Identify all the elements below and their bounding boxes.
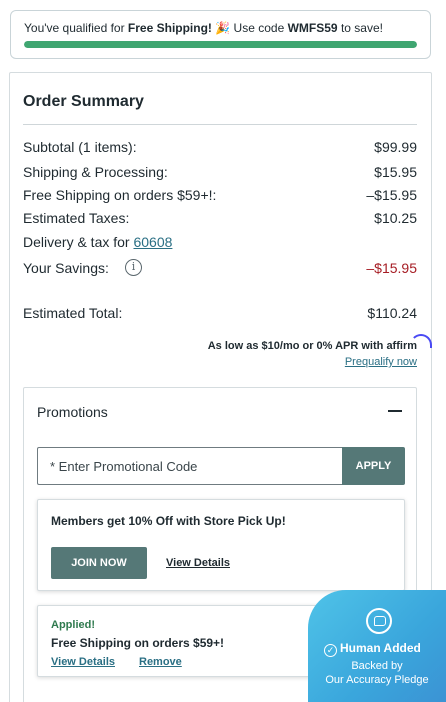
affirm-arc-icon	[410, 334, 433, 348]
estimated-total-value: $110.24	[367, 305, 417, 321]
badge-title: ✓ Human Added	[324, 641, 421, 657]
subtotal-label: Subtotal (1 items):	[23, 139, 137, 155]
affirm-financing-text: As low as $10/mo or 0% APR with affirm	[208, 334, 433, 352]
shipping-value: $15.95	[374, 164, 417, 180]
free-shipping-discount-label: Free Shipping on orders $59+!:	[23, 187, 217, 203]
members-offer-title: Members get 10% Off with Store Pick Up!	[51, 514, 286, 528]
free-shipping-discount-line: Free Shipping on orders $59+!: –$15.95	[23, 187, 417, 207]
free-shipping-discount-value: –$15.95	[366, 187, 417, 203]
collapse-minus-icon[interactable]	[388, 410, 402, 412]
party-popper-icon: 🎉	[215, 21, 231, 35]
check-circle-icon: ✓	[324, 644, 337, 657]
subtotal-value: $99.99	[374, 139, 417, 155]
subtotal-line: Subtotal (1 items): $99.99	[23, 139, 417, 159]
badge-subtitle-line2: Our Accuracy Pledge	[325, 674, 429, 686]
join-now-button[interactable]: JOIN NOW	[51, 547, 147, 579]
applied-status: Applied!	[51, 619, 95, 631]
estimated-total-label: Estimated Total:	[23, 305, 123, 321]
savings-line: Your Savings: i –$15.95	[23, 259, 417, 280]
free-shipping-progress-fill	[24, 41, 417, 48]
affirm-logo: affirm	[386, 334, 433, 352]
savings-label: Your Savings:	[23, 260, 109, 276]
delivery-zip-line: Delivery & tax for 60608	[23, 234, 417, 254]
free-shipping-progress-bar	[24, 41, 417, 48]
promotions-title: Promotions	[37, 404, 108, 420]
members-offer-card: Members get 10% Off with Store Pick Up! …	[37, 499, 405, 591]
badge-subtitle-line1: Backed by	[351, 660, 403, 672]
delivery-label: Delivery & tax for	[23, 234, 134, 250]
applied-view-details-link[interactable]: View Details	[51, 656, 115, 668]
members-view-details-link[interactable]: View Details	[166, 557, 230, 569]
shipping-line: Shipping & Processing: $15.95	[23, 164, 417, 184]
savings-value: –$15.95	[366, 260, 417, 276]
zip-code-link[interactable]: 60608	[133, 234, 172, 250]
free-shipping-message: You've qualified for Free Shipping! 🎉 Us…	[24, 21, 383, 35]
chat-bubble-icon	[366, 608, 392, 634]
remove-promo-link[interactable]: Remove	[139, 656, 182, 668]
shipping-label: Shipping & Processing:	[23, 164, 168, 180]
prequalify-link[interactable]: Prequalify now	[345, 356, 417, 368]
free-shipping-banner: You've qualified for Free Shipping! 🎉 Us…	[10, 10, 431, 59]
info-icon[interactable]: i	[125, 259, 142, 276]
apply-promo-button[interactable]: APPLY	[342, 447, 405, 485]
order-summary-title: Order Summary	[23, 93, 144, 110]
human-added-badge[interactable]: ✓ Human Added Backed by Our Accuracy Pled…	[308, 590, 446, 702]
estimated-total-line: Estimated Total: $110.24	[23, 305, 417, 325]
summary-divider	[23, 124, 417, 125]
promo-code: WMFS59	[287, 21, 338, 35]
taxes-label: Estimated Taxes:	[23, 210, 130, 226]
taxes-value: $10.25	[374, 210, 417, 226]
applied-promo-title: Free Shipping on orders $59+!	[51, 636, 225, 650]
taxes-line: Estimated Taxes: $10.25	[23, 210, 417, 230]
promo-code-input[interactable]	[37, 447, 342, 485]
